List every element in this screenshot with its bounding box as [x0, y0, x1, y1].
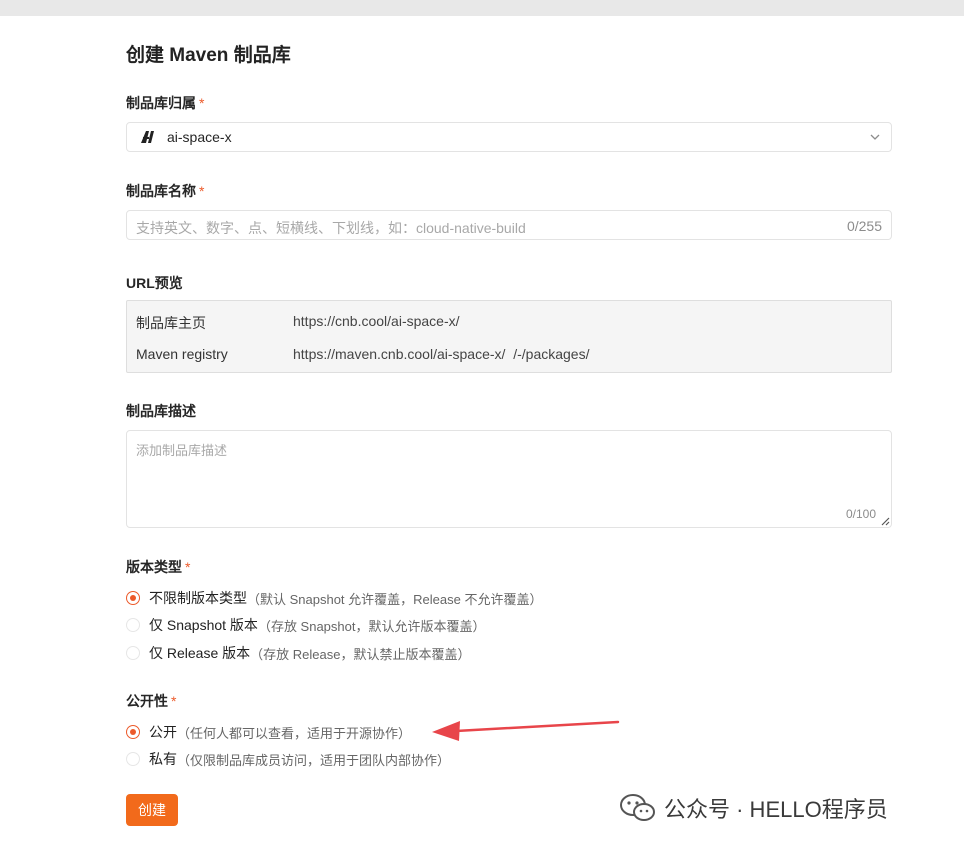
org-logo-icon	[141, 131, 154, 143]
visibility-option-public[interactable]: 公开 （任何人都可以查看，适用于开源协作）	[126, 723, 411, 741]
option-description: （任何人都可以查看，适用于开源协作）	[177, 725, 412, 741]
required-mark: *	[199, 183, 205, 199]
watermark: 公众号 · HELLO程序员	[620, 792, 888, 824]
radio-button[interactable]	[126, 752, 140, 766]
option-label: 仅 Release 版本	[149, 645, 251, 661]
create-button[interactable]: 创建	[126, 794, 178, 826]
radio-button[interactable]	[126, 591, 140, 605]
top-bar	[0, 0, 964, 16]
version-option-unrestricted[interactable]: 不限制版本类型 （默认 Snapshot 允许覆盖，Release 不允许覆盖）	[126, 589, 542, 607]
watermark-text: 公众号 · HELLO程序员	[664, 797, 888, 822]
option-description: （存放 Snapshot，默认允许版本覆盖）	[257, 618, 486, 634]
visibility-label: 公开性 *	[126, 693, 177, 709]
option-label: 仅 Snapshot 版本	[149, 617, 258, 633]
url-preview-box: 制品库主页 https://cnb.cool/ai-space-x/ Maven…	[126, 300, 892, 373]
visibility-option-private[interactable]: 私有 （仅限制品库成员访问，适用于团队内部协作）	[126, 750, 450, 768]
owner-select-value: ai-space-x	[167, 129, 232, 145]
radio-button[interactable]	[126, 618, 140, 632]
page-title: 创建 Maven 制品库	[126, 45, 291, 66]
owner-select[interactable]: ai-space-x	[126, 122, 892, 152]
option-description: （存放 Release，默认禁止版本覆盖）	[250, 646, 471, 662]
resize-handle-icon[interactable]	[881, 517, 890, 526]
required-mark: *	[199, 95, 205, 111]
option-label: 不限制版本类型	[149, 590, 247, 606]
version-option-snapshot[interactable]: 仅 Snapshot 版本 （存放 Snapshot，默认允许版本覆盖）	[126, 616, 485, 634]
description-char-counter: 0/100	[845, 507, 876, 521]
required-mark: *	[171, 693, 177, 709]
description-label: 制品库描述	[126, 403, 196, 419]
chevron-down-icon[interactable]	[869, 131, 881, 143]
name-label: 制品库名称 *	[126, 183, 205, 199]
description-textarea[interactable]: 添加制品库描述 0/100	[126, 430, 892, 528]
version-type-label: 版本类型 *	[126, 559, 191, 575]
name-char-counter: 0/255	[846, 218, 882, 234]
url-registry-value: https://maven.cnb.cool/ai-space-x/ /-/pa…	[293, 346, 590, 362]
required-mark: *	[185, 559, 191, 575]
radio-button[interactable]	[126, 646, 140, 660]
annotation-arrow-icon	[432, 720, 620, 741]
description-placeholder: 添加制品库描述	[136, 443, 228, 458]
option-description: （默认 Snapshot 允许覆盖，Release 不允许覆盖）	[247, 591, 543, 607]
wechat-icon	[620, 794, 655, 821]
name-input[interactable]: 支持英文、数字、点、短横线、下划线，如：cloud-native-build 0…	[126, 210, 892, 240]
name-input-placeholder: 支持英文、数字、点、短横线、下划线，如：cloud-native-build	[136, 220, 526, 236]
radio-button[interactable]	[126, 725, 140, 739]
url-registry-key: Maven registry	[136, 346, 228, 362]
url-preview-label: URL预览	[126, 275, 183, 291]
option-label: 私有	[149, 751, 177, 767]
url-home-value: https://cnb.cool/ai-space-x/	[293, 313, 460, 329]
version-option-release[interactable]: 仅 Release 版本 （存放 Release，默认禁止版本覆盖）	[126, 644, 470, 662]
owner-label: 制品库归属 *	[126, 95, 205, 111]
url-home-key: 制品库主页	[136, 315, 206, 331]
option-description: （仅限制品库成员访问，适用于团队内部协作）	[177, 752, 451, 768]
option-label: 公开	[149, 724, 177, 740]
